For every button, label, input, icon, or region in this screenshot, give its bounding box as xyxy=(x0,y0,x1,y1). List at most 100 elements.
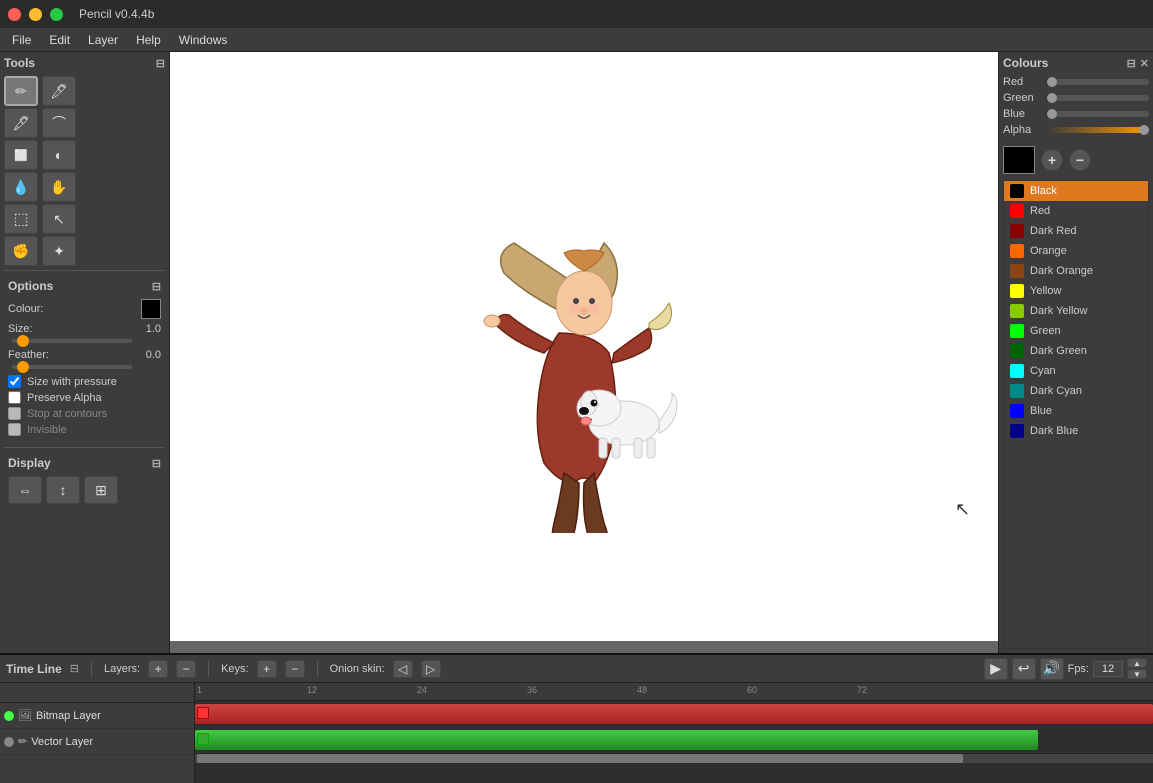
menu-edit[interactable]: Edit xyxy=(41,31,78,49)
pan-tool[interactable]: ✊ xyxy=(4,236,38,266)
play-button[interactable]: ▶ xyxy=(984,658,1008,680)
colour-list-item[interactable]: Blue xyxy=(1004,401,1148,421)
colour-list-item[interactable]: Red xyxy=(1004,201,1148,221)
colour-list-item[interactable]: Dark Green xyxy=(1004,341,1148,361)
colour-list-item[interactable]: Green xyxy=(1004,321,1148,341)
green-slider-thumb[interactable] xyxy=(1047,93,1057,103)
cursor-indicator: ↖ xyxy=(955,499,970,520)
timeline-scroll-thumb[interactable] xyxy=(197,754,963,763)
smudge-tool[interactable]: ◐ xyxy=(42,140,76,170)
timeline-title: Time Line xyxy=(6,662,62,676)
green-label: Green xyxy=(1003,92,1043,104)
blue-slider-track[interactable] xyxy=(1047,111,1149,117)
colour-list-item[interactable]: Dark Cyan xyxy=(1004,381,1148,401)
grid-button[interactable]: ⊞ xyxy=(84,476,118,504)
tl-controls: ▶ ↩ 🔊 Fps: 12 ▲ ▼ xyxy=(984,658,1147,680)
colours-title: Colours xyxy=(1003,56,1048,70)
maximize-button[interactable] xyxy=(50,8,63,21)
colour-list-item[interactable]: Yellow xyxy=(1004,281,1148,301)
colours-restore-icon[interactable]: ⊟ xyxy=(1127,57,1136,70)
options-header: Options ⊟ xyxy=(8,279,161,293)
feather-slider-track[interactable] xyxy=(12,365,132,369)
menu-layer[interactable]: Layer xyxy=(80,31,126,49)
colour-item-label: Dark Yellow xyxy=(1030,305,1087,317)
display-separator xyxy=(4,447,165,448)
pointer-tool[interactable]: ↖ xyxy=(42,204,76,234)
stop-contours-checkbox[interactable] xyxy=(8,407,21,420)
canvas-scroll-horizontal[interactable] xyxy=(170,641,998,653)
eyedropper-tool[interactable]: 💧 xyxy=(4,172,38,202)
preserve-alpha-checkbox[interactable] xyxy=(8,391,21,404)
vector-frame-track[interactable] xyxy=(195,727,1153,753)
loop-button[interactable]: ↩ xyxy=(1012,658,1036,680)
fps-input[interactable]: 12 xyxy=(1093,661,1123,677)
tools-collapse-icon[interactable]: ⊟ xyxy=(156,57,165,70)
remove-colour-button[interactable]: − xyxy=(1069,149,1091,171)
bitmap-keyframe-1[interactable] xyxy=(197,707,209,719)
colour-list[interactable]: BlackRed Dark Red Orange Dark Orange Yellow D… xyxy=(1003,180,1149,649)
minimize-button[interactable] xyxy=(29,8,42,21)
colour-swatch[interactable] xyxy=(141,299,161,319)
timeline-collapse-icon[interactable]: ⊟ xyxy=(70,662,79,675)
close-button[interactable] xyxy=(8,8,21,21)
size-slider-track[interactable] xyxy=(12,339,132,343)
pen-tool[interactable]: 🖊 xyxy=(42,76,76,106)
onion-prev-button[interactable]: ◁ xyxy=(393,660,413,678)
display-header: Display ⊟ xyxy=(8,456,161,470)
red-slider-track[interactable] xyxy=(1047,79,1149,85)
wand-tool[interactable]: ✦ xyxy=(42,236,76,266)
size-slider-thumb[interactable] xyxy=(17,335,29,347)
alpha-slider-thumb[interactable] xyxy=(1139,125,1149,135)
invisible-label: Invisible xyxy=(27,424,67,436)
colours-header: Colours ⊟ ✕ xyxy=(1003,56,1149,70)
pencil-tool[interactable]: ✏ xyxy=(4,76,38,106)
feather-slider-thumb[interactable] xyxy=(17,361,29,373)
colour-list-item[interactable]: Orange xyxy=(1004,241,1148,261)
colour-list-item[interactable]: Black xyxy=(1004,181,1148,201)
remove-key-button[interactable]: − xyxy=(285,660,305,678)
colour-list-item[interactable]: Dark Orange xyxy=(1004,261,1148,281)
add-colour-button[interactable]: + xyxy=(1041,149,1063,171)
fps-up-button[interactable]: ▲ xyxy=(1127,658,1147,668)
vector-keyframe-1[interactable] xyxy=(197,733,209,745)
red-slider-thumb[interactable] xyxy=(1047,77,1057,87)
red-slider-row: Red xyxy=(1003,76,1149,88)
hand-tool[interactable]: ✋ xyxy=(42,172,76,202)
menu-file[interactable]: File xyxy=(4,31,39,49)
colour-list-item[interactable]: Cyan xyxy=(1004,361,1148,381)
display-collapse-icon[interactable]: ⊟ xyxy=(152,457,161,470)
add-key-button[interactable]: + xyxy=(257,660,277,678)
colour-item-label: Dark Red xyxy=(1030,225,1076,237)
colours-close-icon[interactable]: ✕ xyxy=(1140,57,1149,70)
timeline-scroll[interactable] xyxy=(195,753,1153,763)
invisible-checkbox[interactable] xyxy=(8,423,21,436)
vector-layer-row[interactable]: ✏ Vector Layer xyxy=(0,729,194,755)
colour-list-item[interactable]: Dark Blue xyxy=(1004,421,1148,441)
eraser-tool[interactable]: ⬜ xyxy=(4,140,38,170)
bitmap-frame-track[interactable] xyxy=(195,701,1153,727)
lasso-tool[interactable]: ⌒ xyxy=(42,108,76,138)
flip-v-button[interactable]: ↕ xyxy=(46,476,80,504)
ink-tool[interactable]: 🖋 xyxy=(4,108,38,138)
canvas-area[interactable]: ↖ xyxy=(170,52,998,653)
colour-list-item[interactable]: Dark Yellow xyxy=(1004,301,1148,321)
colour-item-label: Dark Orange xyxy=(1030,265,1093,277)
add-layer-button[interactable]: + xyxy=(148,660,168,678)
blue-slider-thumb[interactable] xyxy=(1047,109,1057,119)
onion-next-button[interactable]: ▷ xyxy=(421,660,441,678)
size-pressure-checkbox[interactable] xyxy=(8,375,21,388)
sound-button[interactable]: 🔊 xyxy=(1040,658,1064,680)
tools-separator xyxy=(4,270,165,271)
flip-h-button[interactable]: ⇔ xyxy=(8,476,42,504)
colours-panel: Colours ⊟ ✕ Red Green Blue Alph xyxy=(998,52,1153,653)
fps-down-button[interactable]: ▼ xyxy=(1127,669,1147,679)
menu-help[interactable]: Help xyxy=(128,31,169,49)
options-collapse-icon[interactable]: ⊟ xyxy=(152,280,161,293)
menu-windows[interactable]: Windows xyxy=(171,31,236,49)
green-slider-track[interactable] xyxy=(1047,95,1149,101)
bitmap-layer-row[interactable]: 🖼 Bitmap Layer xyxy=(0,703,194,729)
alpha-slider-track[interactable] xyxy=(1047,127,1149,133)
select-rect-tool[interactable]: ⬚ xyxy=(4,204,38,234)
remove-layer-button[interactable]: − xyxy=(176,660,196,678)
colour-list-item[interactable]: Dark Red xyxy=(1004,221,1148,241)
